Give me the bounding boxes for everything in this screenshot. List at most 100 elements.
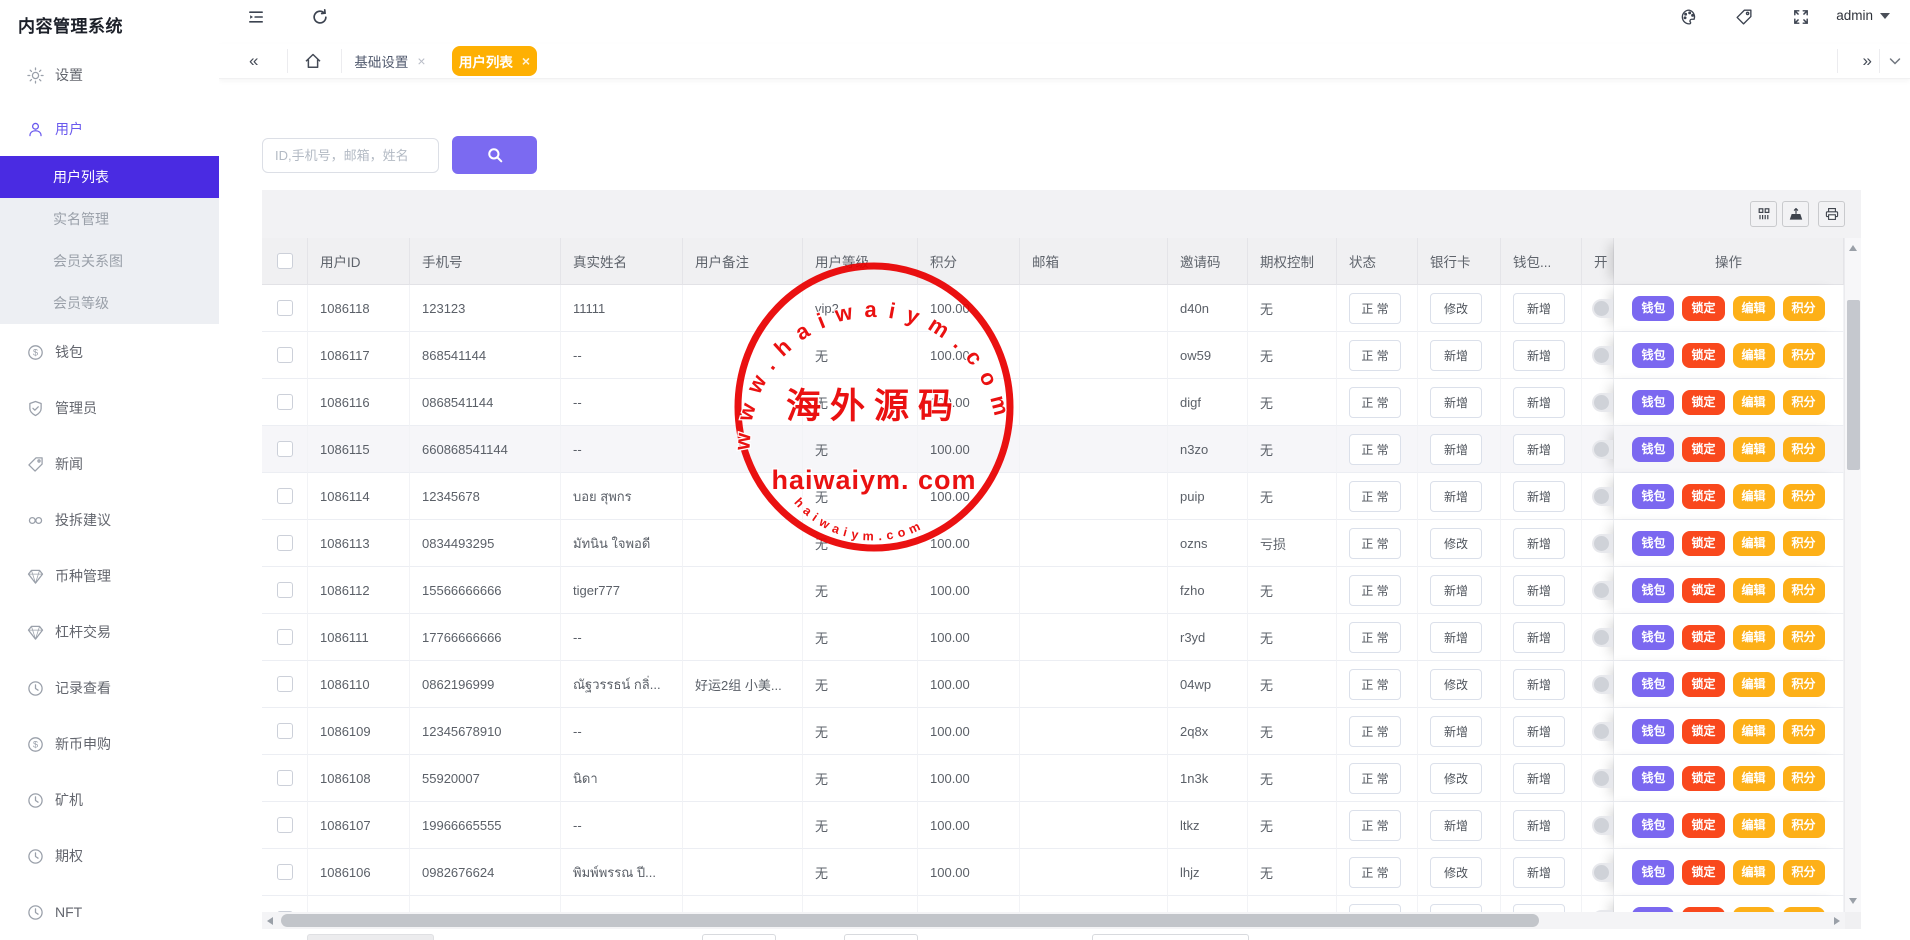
wallet-button[interactable]: 钱包 [1632,813,1674,838]
status-badge[interactable]: 正 常 [1349,669,1401,700]
edit-button[interactable]: 编辑 [1733,390,1775,415]
sidebar-item-leverage[interactable]: 杠杆交易 [0,604,219,660]
wallet-badge[interactable]: 新增 [1513,575,1565,606]
bankcard-badge[interactable]: 新增 [1430,716,1482,747]
menu-fold-icon[interactable] [247,8,265,26]
tag-icon[interactable] [1735,8,1753,26]
search-input[interactable] [262,138,439,173]
wallet-badge[interactable]: 新增 [1513,340,1565,371]
bankcard-badge[interactable]: 修改 [1430,528,1482,559]
tab-user-list[interactable]: 用户列表 × [452,46,537,76]
pagination-size-select[interactable] [1092,934,1249,940]
row-checkbox[interactable] [277,535,293,551]
toggle-switch[interactable] [1592,816,1614,835]
row-checkbox[interactable] [277,441,293,457]
bankcard-badge[interactable]: 新增 [1430,904,1482,913]
points-button[interactable]: 积分 [1783,343,1825,368]
wallet-badge[interactable]: 新增 [1513,434,1565,465]
column-settings-icon[interactable] [1750,201,1777,227]
status-badge[interactable]: 正 常 [1349,716,1401,747]
points-button[interactable]: 积分 [1783,766,1825,791]
scroll-right-icon[interactable] [1834,917,1840,925]
bankcard-badge[interactable]: 修改 [1430,763,1482,794]
bankcard-badge[interactable]: 新增 [1430,810,1482,841]
lock-button[interactable]: 锁定 [1682,484,1724,509]
wallet-button[interactable]: 钱包 [1632,437,1674,462]
row-checkbox[interactable] [277,723,293,739]
lock-button[interactable]: 锁定 [1682,578,1724,603]
wallet-button[interactable]: 钱包 [1632,625,1674,650]
toggle-switch[interactable] [1592,628,1614,647]
wallet-badge[interactable]: 新增 [1513,810,1565,841]
edit-button[interactable]: 编辑 [1733,296,1775,321]
toggle-switch[interactable] [1592,675,1614,694]
status-badge[interactable]: 正 常 [1349,810,1401,841]
tab-basic-settings[interactable]: 基础设置 × [335,46,445,76]
lock-button[interactable]: 锁定 [1682,625,1724,650]
wallet-button[interactable]: 钱包 [1632,766,1674,791]
lock-button[interactable]: 锁定 [1682,813,1724,838]
edit-button[interactable]: 编辑 [1733,766,1775,791]
lock-button[interactable]: 锁定 [1682,860,1724,885]
points-button[interactable]: 积分 [1783,813,1825,838]
collapse-left-icon[interactable]: « [249,50,258,72]
wallet-button[interactable]: 钱包 [1632,343,1674,368]
fullscreen-icon[interactable] [1792,8,1810,26]
edit-button[interactable]: 编辑 [1733,625,1775,650]
lock-button[interactable]: 锁定 [1682,390,1724,415]
wallet-button[interactable]: 钱包 [1632,719,1674,744]
status-badge[interactable]: 正 常 [1349,857,1401,888]
row-checkbox[interactable] [277,817,293,833]
points-button[interactable]: 积分 [1783,860,1825,885]
wallet-button[interactable]: 钱包 [1632,390,1674,415]
lock-button[interactable]: 锁定 [1682,719,1724,744]
sidebar-item-coins[interactable]: 币种管理 [0,548,219,604]
home-icon[interactable] [303,51,323,71]
search-button[interactable] [452,136,537,174]
sidebar-item-ipo[interactable]: $新币申购 [0,716,219,772]
toggle-switch[interactable] [1592,534,1614,553]
toggle-switch[interactable] [1592,393,1614,412]
sidebar-subitem-relations[interactable]: 会员关系图 [0,240,219,282]
sidebar-item-miner[interactable]: 矿机 [0,772,219,828]
wallet-button[interactable]: 钱包 [1632,484,1674,509]
vertical-scrollbar[interactable] [1844,238,1861,912]
chevron-down-icon[interactable] [1887,53,1903,69]
wallet-badge[interactable]: 新增 [1513,716,1565,747]
scroll-up-icon[interactable] [1849,245,1857,251]
toggle-switch[interactable] [1592,487,1614,506]
toggle-switch[interactable] [1592,299,1614,318]
sidebar-item-feedback[interactable]: 投拆建议 [0,492,219,548]
wallet-button[interactable]: 钱包 [1632,296,1674,321]
wallet-badge[interactable]: 新增 [1513,387,1565,418]
bankcard-badge[interactable]: 新增 [1430,481,1482,512]
wallet-badge[interactable]: 新增 [1513,857,1565,888]
status-badge[interactable]: 正 常 [1349,387,1401,418]
status-badge[interactable]: 正 常 [1349,904,1401,913]
points-button[interactable]: 积分 [1783,296,1825,321]
lock-button[interactable]: 锁定 [1682,296,1724,321]
bankcard-badge[interactable]: 修改 [1430,293,1482,324]
status-badge[interactable]: 正 常 [1349,340,1401,371]
horizontal-scroll-thumb[interactable] [281,914,1539,927]
toggle-switch[interactable] [1592,440,1614,459]
status-badge[interactable]: 正 常 [1349,528,1401,559]
status-badge[interactable]: 正 常 [1349,481,1401,512]
edit-button[interactable]: 编辑 [1733,813,1775,838]
edit-button[interactable]: 编辑 [1733,672,1775,697]
lock-button[interactable]: 锁定 [1682,672,1724,697]
row-checkbox[interactable] [277,676,293,692]
row-checkbox[interactable] [277,394,293,410]
toggle-switch[interactable] [1592,769,1614,788]
lock-button[interactable]: 锁定 [1682,343,1724,368]
points-button[interactable]: 积分 [1783,437,1825,462]
points-button[interactable]: 积分 [1783,531,1825,556]
sidebar-item-users[interactable]: 用户 [0,102,219,156]
toggle-switch[interactable] [1592,346,1614,365]
close-icon[interactable]: × [417,53,425,69]
status-badge[interactable]: 正 常 [1349,763,1401,794]
select-all-checkbox[interactable] [277,253,293,269]
pagination-button[interactable] [844,934,918,940]
edit-button[interactable]: 编辑 [1733,578,1775,603]
row-checkbox[interactable] [277,300,293,316]
